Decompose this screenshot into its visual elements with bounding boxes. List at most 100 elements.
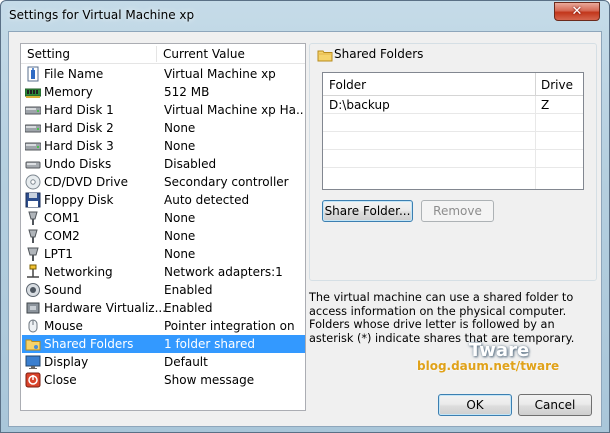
- settings-row-display[interactable]: Display Default: [22, 353, 305, 371]
- setting-label: COM2: [44, 229, 80, 243]
- settings-row-sound[interactable]: Sound Enabled: [22, 281, 305, 299]
- shared-folders-icon: [25, 339, 41, 351]
- column-header-folder[interactable]: Folder: [329, 78, 366, 92]
- column-header-setting[interactable]: Setting: [27, 47, 70, 61]
- hard-disk-icon: [25, 106, 41, 115]
- setting-current-value: Pointer integration on: [164, 319, 295, 333]
- share-folder-button[interactable]: Share Folder...: [322, 200, 413, 222]
- settings-row-shared-folders[interactable]: Shared Folders 1 folder shared: [22, 335, 305, 353]
- settings-row-hard-disk-1[interactable]: Hard Disk 1 Virtual Machine xp Ha...: [22, 101, 305, 119]
- ok-button[interactable]: OK: [438, 394, 512, 416]
- hard-disk-icon: [25, 124, 41, 133]
- setting-current-value: Virtual Machine xp Ha...: [164, 103, 304, 117]
- settings-row-undo-disks[interactable]: Undo Disks Disabled: [22, 155, 305, 173]
- settings-list-header: Setting Current Value: [21, 44, 305, 64]
- folder-icon: [317, 50, 333, 62]
- settings-list[interactable]: Setting Current Value File Name Virtual M…: [20, 43, 306, 411]
- setting-label: Networking: [44, 265, 113, 279]
- table-row-empty: [323, 168, 583, 186]
- setting-current-value: None: [164, 139, 196, 153]
- close-window-button[interactable]: ✕: [554, 2, 600, 21]
- column-header-drive[interactable]: Drive: [541, 78, 573, 92]
- setting-current-value: None: [164, 211, 196, 225]
- setting-current-value: None: [164, 229, 196, 243]
- setting-label: COM1: [44, 211, 80, 225]
- table-row-empty: [323, 132, 583, 150]
- lpt-port-icon: [27, 247, 39, 261]
- remove-button[interactable]: Remove: [421, 200, 494, 222]
- setting-label: CD/DVD Drive: [44, 175, 128, 189]
- setting-label: Hardware Virtualiz...: [44, 301, 167, 315]
- setting-current-value: Auto detected: [164, 193, 250, 207]
- setting-current-value: Virtual Machine xp: [164, 67, 276, 81]
- dialog-client-area: Setting Current Value File Name Virtual M…: [8, 31, 602, 427]
- watermark-url: blog.daum.net/tware: [417, 359, 560, 373]
- shared-folders-title: Shared Folders: [334, 47, 424, 61]
- title-bar[interactable]: Settings for Virtual Machine xp ✕: [1, 1, 609, 31]
- watermark-title: Tware: [469, 340, 530, 361]
- column-header-current-value[interactable]: Current Value: [163, 47, 245, 61]
- setting-current-value: Disabled: [164, 157, 217, 171]
- settings-row-floppy-disk[interactable]: Floppy Disk Auto detected: [22, 191, 305, 209]
- setting-current-value: Default: [164, 355, 208, 369]
- settings-row-networking[interactable]: Networking Network adapters:1: [22, 263, 305, 281]
- setting-label: Close: [44, 373, 77, 387]
- window-title: Settings for Virtual Machine xp: [9, 8, 195, 22]
- setting-current-value: Enabled: [164, 301, 213, 315]
- folder-path: D:\backup: [329, 98, 390, 112]
- table-row[interactable]: D:\backup Z: [323, 96, 583, 114]
- setting-current-value: None: [164, 247, 196, 261]
- setting-current-value: 512 MB: [164, 85, 210, 99]
- setting-label: Undo Disks: [44, 157, 112, 171]
- setting-label: Shared Folders: [44, 337, 134, 351]
- setting-label: Hard Disk 1: [44, 103, 114, 117]
- setting-current-value: Enabled: [164, 283, 213, 297]
- table-row-empty: [323, 114, 583, 132]
- shared-folders-table[interactable]: Folder Drive D:\backup Z: [322, 72, 584, 190]
- settings-row-close[interactable]: Close Show message: [22, 371, 305, 389]
- setting-label: Floppy Disk: [44, 193, 114, 207]
- setting-label: File Name: [44, 67, 104, 81]
- cancel-button[interactable]: Cancel: [518, 394, 592, 416]
- column-separator[interactable]: [535, 73, 536, 95]
- settings-row-hardware-virtualiz[interactable]: Hardware Virtualiz... Enabled: [22, 299, 305, 317]
- setting-label: Memory: [44, 85, 93, 99]
- shared-folders-description: The virtual machine can use a shared fol…: [309, 291, 575, 345]
- settings-row-memory[interactable]: Memory 512 MB: [22, 83, 305, 101]
- cd-dvd-icon: [25, 174, 41, 190]
- settings-row-com2[interactable]: COM2 None: [22, 227, 305, 245]
- settings-row-hard-disk-3[interactable]: Hard Disk 3 None: [22, 137, 305, 155]
- close-setting-icon: [25, 372, 41, 388]
- hardware-virtualization-icon: [26, 302, 40, 314]
- drive-letter: Z: [541, 98, 550, 112]
- setting-current-value: Show message: [164, 373, 255, 387]
- settings-row-cd-dvd-drive[interactable]: CD/DVD Drive Secondary controller: [22, 173, 305, 191]
- settings-row-lpt1[interactable]: LPT1 None: [22, 245, 305, 263]
- mouse-icon: [28, 319, 38, 333]
- setting-current-value: Secondary controller: [164, 175, 289, 189]
- com-port-icon: [28, 229, 38, 243]
- setting-current-value: 1 folder shared: [164, 337, 255, 351]
- settings-row-hard-disk-2[interactable]: Hard Disk 2 None: [22, 119, 305, 137]
- setting-label: Sound: [44, 283, 82, 297]
- setting-current-value: None: [164, 121, 196, 135]
- com-port-icon: [28, 211, 38, 225]
- settings-row-com1[interactable]: COM1 None: [22, 209, 305, 227]
- undo-disks-icon: [25, 161, 41, 169]
- sound-icon: [26, 283, 40, 297]
- settings-row-mouse[interactable]: Mouse Pointer integration on: [22, 317, 305, 335]
- setting-current-value: Network adapters:1: [164, 265, 283, 279]
- table-row-empty: [323, 150, 583, 168]
- setting-label: LPT1: [44, 247, 73, 261]
- close-icon: ✕: [571, 4, 583, 19]
- setting-label: Hard Disk 2: [44, 121, 114, 135]
- column-separator[interactable]: [156, 46, 157, 62]
- settings-row-file-name[interactable]: File Name Virtual Machine xp: [22, 65, 305, 83]
- network-icon: [27, 264, 39, 278]
- file-name-icon: [27, 66, 39, 82]
- setting-label: Display: [44, 355, 89, 369]
- setting-label: Hard Disk 3: [44, 139, 114, 153]
- settings-window: Settings for Virtual Machine xp ✕ Settin…: [0, 0, 610, 433]
- hard-disk-icon: [25, 142, 41, 151]
- shared-folders-table-header: Folder Drive: [323, 73, 583, 96]
